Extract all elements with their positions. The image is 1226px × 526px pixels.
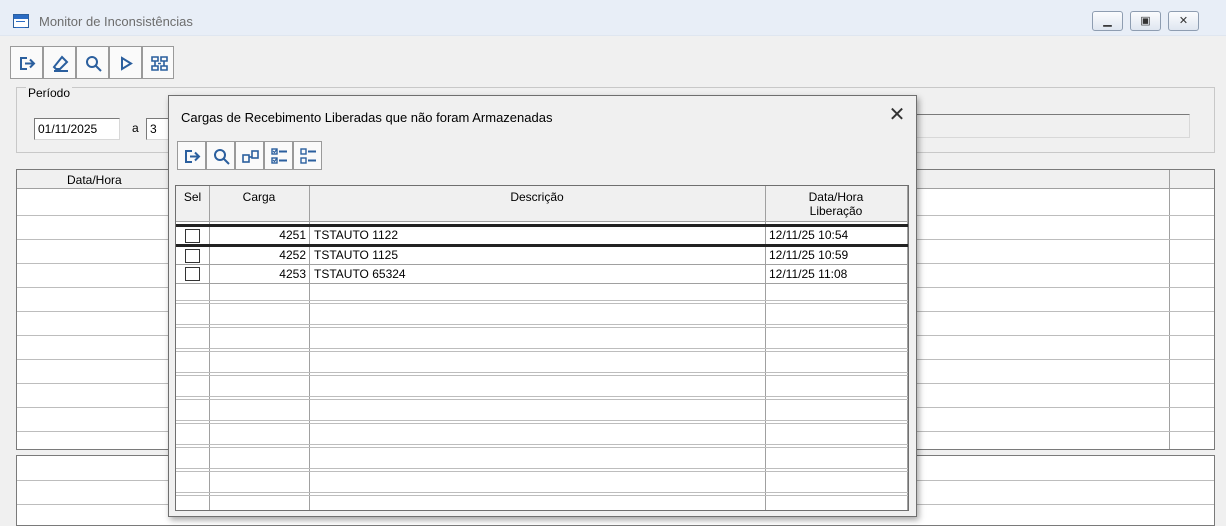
dialog-exit-button[interactable] bbox=[177, 141, 206, 170]
dialog-search-button[interactable] bbox=[206, 141, 235, 170]
row-checkbox[interactable] bbox=[185, 249, 200, 263]
grid-row-line bbox=[176, 492, 908, 493]
dialog-close-button[interactable]: ✕ bbox=[885, 104, 909, 126]
grid-row-line bbox=[176, 348, 908, 349]
header-data-hora: Data/Hora bbox=[67, 173, 122, 187]
grid-row-line bbox=[176, 324, 908, 325]
app-window-icon bbox=[13, 14, 29, 28]
search-icon bbox=[86, 56, 102, 72]
clear-button[interactable] bbox=[43, 46, 76, 79]
header-sel[interactable]: Sel bbox=[176, 190, 209, 204]
header-descricao[interactable]: Descrição bbox=[309, 190, 765, 204]
grid-row-line bbox=[176, 300, 908, 301]
grid-row-line bbox=[176, 372, 908, 373]
exit-icon bbox=[20, 57, 36, 70]
play-icon bbox=[121, 56, 133, 71]
grid-row-line bbox=[176, 423, 908, 424]
cell-data-hora: 12/11/25 11:08 bbox=[769, 267, 848, 281]
close-window-button[interactable]: ✕ bbox=[1168, 11, 1199, 31]
minimize-icon: ▁ bbox=[1103, 15, 1112, 27]
title-bar: Monitor de Inconsistências ▁ ▣ ✕ bbox=[0, 0, 1226, 36]
cell-data-hora: 12/11/25 10:59 bbox=[769, 248, 849, 262]
header-carga[interactable]: Carga bbox=[209, 190, 309, 204]
close-icon: ✕ bbox=[1178, 15, 1189, 27]
period-label: Período bbox=[26, 86, 73, 100]
grid-row-line bbox=[176, 375, 908, 376]
cell-descricao: TSTAUTO 1122 bbox=[314, 228, 399, 242]
cell-carga: 4253 bbox=[279, 267, 306, 281]
cell-descricao: TSTAUTO 1125 bbox=[314, 248, 399, 262]
dialog-unselect-all-button[interactable] bbox=[293, 141, 322, 170]
check-all-icon bbox=[271, 148, 287, 164]
execute-button[interactable] bbox=[109, 46, 142, 79]
grid-row-line bbox=[176, 351, 908, 352]
table-row[interactable]: 4252 TSTAUTO 1125 12/11/25 10:59 bbox=[176, 247, 908, 265]
cell-carga: 4252 bbox=[279, 248, 306, 262]
cell-descricao: TSTAUTO 65324 bbox=[314, 267, 406, 281]
search-button[interactable] bbox=[76, 46, 109, 79]
uncheck-all-icon bbox=[300, 148, 316, 164]
grid-row-line bbox=[176, 420, 908, 421]
table-row[interactable]: 4251 TSTAUTO 1122 12/11/25 10:54 bbox=[176, 227, 908, 244]
minimize-button[interactable]: ▁ bbox=[1092, 11, 1123, 31]
binoculars-icon bbox=[242, 150, 259, 163]
dialog-find-button[interactable] bbox=[235, 141, 264, 170]
maximize-button[interactable]: ▣ bbox=[1130, 11, 1161, 31]
period-field[interactable] bbox=[916, 114, 1190, 138]
grid-row-line bbox=[176, 327, 908, 328]
exit-button[interactable] bbox=[10, 46, 43, 79]
cell-carga: 4251 bbox=[279, 228, 306, 242]
grid-row-line bbox=[176, 444, 908, 445]
dialog-title: Cargas de Recebimento Liberadas que não … bbox=[181, 110, 553, 125]
grid-row-line bbox=[176, 495, 908, 496]
search-icon bbox=[214, 149, 230, 165]
cell-data-hora: 12/11/25 10:54 bbox=[769, 228, 849, 242]
eraser-icon bbox=[52, 55, 69, 72]
main-window: Monitor de Inconsistências ▁ ▣ ✕ Período… bbox=[0, 0, 1226, 526]
dialog-select-all-button[interactable] bbox=[264, 141, 293, 170]
process-icon bbox=[151, 56, 168, 71]
period-separator: a bbox=[132, 121, 139, 135]
grid-row-line bbox=[176, 447, 908, 448]
grid-row-line bbox=[176, 399, 908, 400]
grid-row-line bbox=[176, 303, 908, 304]
maximize-icon: ▣ bbox=[1140, 15, 1151, 27]
process-button[interactable] bbox=[142, 46, 174, 79]
dialog-cargas: Cargas de Recebimento Liberadas que não … bbox=[168, 95, 917, 517]
row-checkbox[interactable] bbox=[185, 267, 200, 281]
window-title: Monitor de Inconsistências bbox=[39, 14, 193, 29]
grid-row-line bbox=[176, 468, 908, 469]
table-row[interactable]: 4253 TSTAUTO 65324 12/11/25 11:08 bbox=[176, 265, 908, 284]
header-data-hora[interactable]: Data/Hora bbox=[765, 190, 907, 204]
dialog-grid: Sel Carga Descrição Data/Hora Liberação … bbox=[175, 185, 909, 511]
grid-row-line bbox=[176, 396, 908, 397]
header-liberacao[interactable]: Liberação bbox=[765, 204, 907, 218]
row-checkbox[interactable] bbox=[185, 229, 200, 243]
date-from-input[interactable]: 01/11/2025 bbox=[34, 118, 120, 140]
grid-row-line bbox=[176, 471, 908, 472]
exit-icon bbox=[185, 150, 201, 163]
